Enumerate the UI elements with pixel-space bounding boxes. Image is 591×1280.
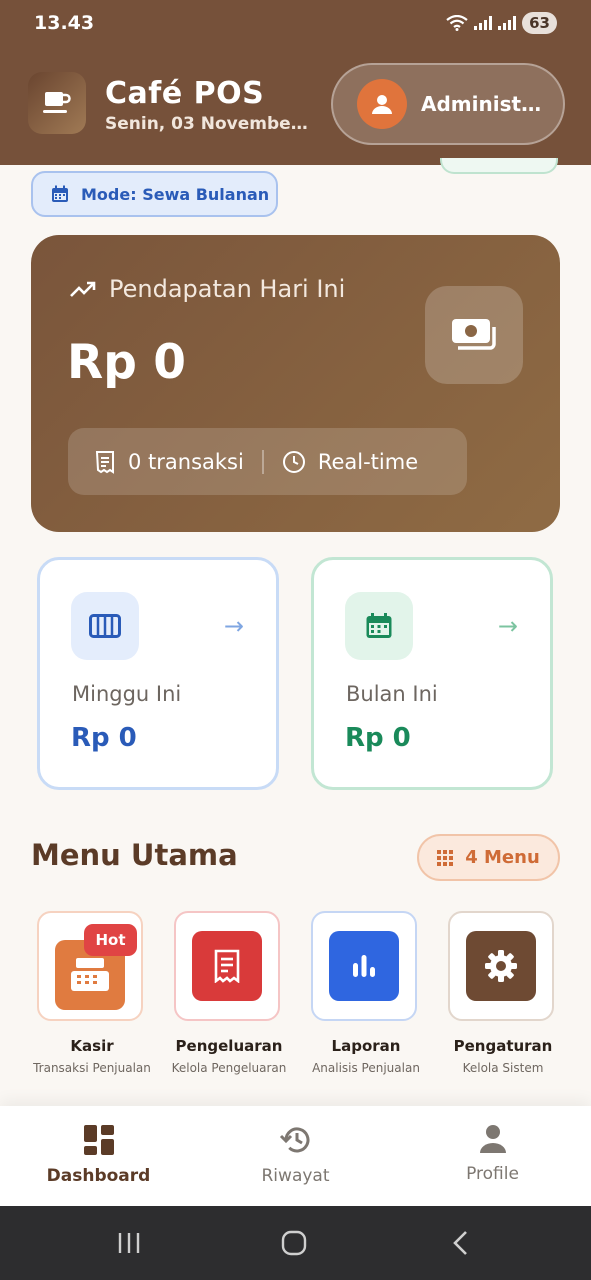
calendar-icon [52, 185, 68, 202]
status-time: 13.43 [34, 12, 95, 34]
menu-tile[interactable] [448, 911, 554, 1021]
app-title: Café POS [105, 76, 265, 111]
user-name: Administrator [421, 92, 549, 116]
history-icon [279, 1127, 309, 1153]
nav-riwayat[interactable]: Riwayat [197, 1106, 394, 1206]
monthly-stat-card[interactable]: → Bulan Ini Rp 0 [311, 557, 553, 790]
transaction-count: 0 transaksi [94, 450, 244, 474]
menu-item-subtitle: Kelola Pengeluaran [171, 1061, 287, 1075]
user-menu-button[interactable]: Administrator [331, 63, 565, 145]
menu-item-subtitle: Transaksi Penjualan [33, 1061, 151, 1075]
trending-up-icon [70, 281, 96, 297]
weekly-stat-card[interactable]: → Minggu Ini Rp 0 [37, 557, 279, 790]
mode-badge: Mode: Sewa Bulanan [31, 171, 278, 217]
revenue-card: Pendapatan Hari Ini Rp 0 0 transaksi Rea… [31, 235, 560, 532]
revenue-label: Pendapatan Hari Ini [109, 275, 346, 303]
menu-count-badge[interactable]: 4 Menu [417, 834, 560, 881]
bottom-navigation: Dashboard Riwayat Profile [0, 1106, 591, 1206]
arrow-right-icon: → [223, 612, 244, 640]
nav-label: Profile [466, 1164, 519, 1184]
back-icon[interactable] [450, 1230, 472, 1256]
nav-label: Riwayat [261, 1166, 330, 1186]
menu-tile[interactable]: Hot [37, 911, 143, 1021]
revenue-title: Pendapatan Hari Ini [69, 275, 345, 303]
partial-badge [440, 158, 558, 174]
user-icon [372, 95, 392, 114]
receipt-icon [95, 450, 114, 474]
menu-tile[interactable] [174, 911, 280, 1021]
gear-icon [466, 931, 536, 1001]
divider [261, 449, 264, 474]
coffee-cup-icon [43, 92, 71, 113]
home-icon[interactable] [281, 1230, 307, 1256]
menu-item-label: Kasir [70, 1037, 114, 1055]
stat-label: Minggu Ini [72, 682, 182, 706]
menu-item-subtitle: Analisis Penjualan [312, 1061, 420, 1075]
week-columns-icon [71, 592, 139, 660]
system-navigation-bar [0, 1206, 591, 1280]
menu-tile[interactable] [311, 911, 417, 1021]
hot-badge: Hot [84, 924, 137, 956]
money-icon [425, 286, 523, 384]
person-icon [479, 1125, 506, 1153]
grid-icon [437, 849, 454, 866]
menu-item-label: Laporan [331, 1037, 401, 1055]
arrow-right-icon: → [497, 612, 518, 640]
recent-apps-icon[interactable] [116, 1230, 142, 1256]
section-title: Menu Utama [31, 838, 238, 872]
status-bar: 13.43 63 [0, 0, 591, 46]
app-header: 13.43 63 Café POS Senin, 03 November 202… [0, 0, 591, 165]
menu-item-subtitle: Kelola Sistem [462, 1061, 544, 1075]
stat-value: Rp 0 [345, 723, 411, 753]
revenue-amount: Rp 0 [67, 335, 186, 390]
calendar-icon [345, 592, 413, 660]
status-icons: 63 [446, 12, 557, 34]
clock-icon [282, 450, 305, 473]
nav-label: Dashboard [46, 1166, 151, 1186]
menu-item-label: Pengeluaran [175, 1037, 283, 1055]
current-date: Senin, 03 November 2025 [105, 114, 310, 134]
receipt-icon [192, 931, 262, 1001]
realtime-indicator: Real-time [282, 450, 418, 474]
battery-indicator: 63 [522, 12, 557, 34]
wifi-icon [446, 15, 468, 31]
stat-value: Rp 0 [71, 723, 137, 753]
dashboard-icon [83, 1125, 114, 1155]
menu-item-label: Pengaturan [453, 1037, 553, 1055]
signal-icon [474, 16, 493, 30]
stat-label: Bulan Ini [346, 682, 438, 706]
nav-profile[interactable]: Profile [394, 1106, 591, 1206]
nav-dashboard[interactable]: Dashboard [0, 1106, 197, 1206]
signal-icon [498, 16, 517, 30]
bar-chart-icon [329, 931, 399, 1001]
avatar [357, 79, 407, 129]
mode-label: Mode: Sewa Bulanan [81, 184, 270, 204]
revenue-meta: 0 transaksi Real-time [68, 428, 467, 495]
app-logo [28, 72, 86, 134]
